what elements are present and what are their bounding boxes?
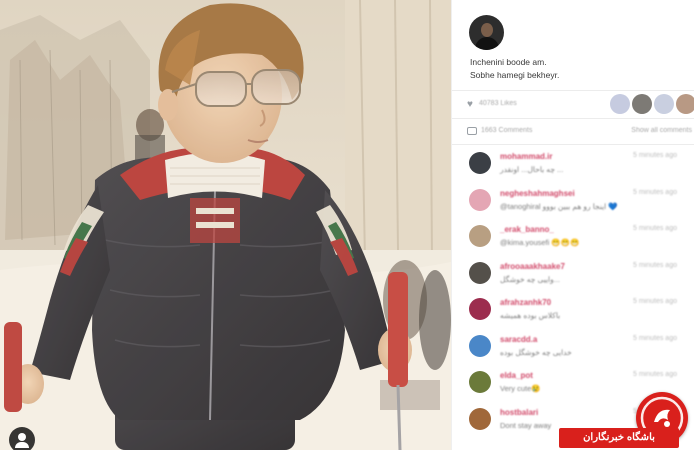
comment-text: چه باحال... اونقدر ... xyxy=(500,165,564,174)
comment-timestamp: 5 minutes ago xyxy=(633,298,677,305)
commenter-avatar[interactable] xyxy=(469,298,491,320)
post-photo-illustration xyxy=(0,0,451,450)
comment-icon xyxy=(467,127,477,135)
post-details-panel: Inchenini boode am. Sobhe hamegi bekheyr… xyxy=(451,0,694,450)
commenter-avatar[interactable] xyxy=(469,261,491,284)
post-caption: Inchenini boode am. Sobhe hamegi bekheyr… xyxy=(470,56,690,82)
owner-avatar-face xyxy=(481,23,493,37)
comments-row: 1663 Comments Show all comments xyxy=(467,126,692,138)
liker-avatar[interactable] xyxy=(676,94,694,114)
commenter-username[interactable]: saracdd.a xyxy=(500,335,537,344)
caption-line-2: Sobhe hamegi bekheyr. xyxy=(470,70,560,80)
comment-item: negheshahmaghsei @tanoghiral اینجا رو هم … xyxy=(452,187,694,223)
comment-timestamp: 5 minutes ago xyxy=(633,188,677,196)
liker-avatar[interactable] xyxy=(610,94,630,114)
commenter-username[interactable]: mohammad.ir xyxy=(500,152,552,161)
comment-text: @tanoghiral اینجا رو هم ببین بووو 💙 xyxy=(500,201,618,211)
commenter-username[interactable]: afrooaaakhaake7 xyxy=(500,262,565,271)
instagram-post-screenshot: Inchenini boode am. Sobhe hamegi bekheyr… xyxy=(0,0,694,450)
comment-item: afrooaaakhaake7 واییی چه خوشگل... 5 minute… xyxy=(452,260,694,296)
divider xyxy=(452,90,694,91)
likes-row: ♥ 40783 Likes xyxy=(467,94,694,114)
comment-text: Very cute😢 xyxy=(500,384,541,393)
comment-item: afrahzanhk70 باکلاس بوده همیشه 5 minutes a… xyxy=(452,296,694,332)
divider xyxy=(452,144,694,145)
comment-timestamp: 5 minutes ago xyxy=(633,334,677,342)
comment-text: خدایی چه خوشگل بوده xyxy=(500,347,572,357)
owner-avatar[interactable] xyxy=(469,15,504,50)
likes-count[interactable]: 40783 Likes xyxy=(479,100,517,107)
comment-text: Dont stay away xyxy=(500,420,552,430)
commenter-username[interactable]: hostbalari xyxy=(500,408,538,417)
commenter-username[interactable]: negheshahmaghsei xyxy=(500,189,575,198)
commenter-avatar[interactable] xyxy=(469,407,491,430)
comment-text: @kima.yousefi 😁😁😁 xyxy=(500,238,580,247)
comment-timestamp: 5 minutes ago xyxy=(633,371,677,378)
commenter-avatar[interactable] xyxy=(469,188,491,211)
user-tag-icon[interactable] xyxy=(9,427,35,450)
comment-timestamp: 5 minutes ago xyxy=(633,261,677,269)
comment-text: واییی چه خوشگل... xyxy=(500,274,561,284)
comment-text: باکلاس بوده همیشه xyxy=(500,311,561,320)
watermark-label: باشگاه خبرنگاران xyxy=(559,428,679,448)
commenter-avatar[interactable] xyxy=(469,334,491,357)
comment-timestamp: 5 minutes ago xyxy=(633,225,677,232)
show-all-comments-link[interactable]: Show all comments xyxy=(631,127,692,134)
caption-line-1: Inchenini boode am. xyxy=(470,57,547,67)
commenter-avatar[interactable] xyxy=(469,225,491,247)
post-photo[interactable] xyxy=(0,0,451,450)
divider xyxy=(452,118,694,119)
commenter-username[interactable]: afrahzanhk70 xyxy=(500,298,551,307)
commenter-username[interactable]: elda_pot xyxy=(500,371,533,380)
commenter-avatar[interactable] xyxy=(469,371,491,393)
commenter-avatar[interactable] xyxy=(469,152,491,174)
heart-icon[interactable]: ♥ xyxy=(467,100,473,110)
comments-count: 1663 Comments xyxy=(481,127,533,134)
comment-item: mohammad.ir چه باحال... اونقدر ... 5 minut… xyxy=(452,150,694,186)
liker-avatar[interactable] xyxy=(632,94,652,114)
comment-timestamp: 5 minutes ago xyxy=(633,152,677,159)
comment-item: _erak_banno_ @kima.yousefi 😁😁😁 5 minutes a… xyxy=(452,223,694,259)
liker-avatar[interactable] xyxy=(654,94,674,114)
commenter-username[interactable]: _erak_banno_ xyxy=(500,225,554,234)
owner-avatar-torso xyxy=(475,37,499,50)
comment-item: saracdd.a خدایی چه خوشگل بوده 5 minutes ag… xyxy=(452,333,694,369)
